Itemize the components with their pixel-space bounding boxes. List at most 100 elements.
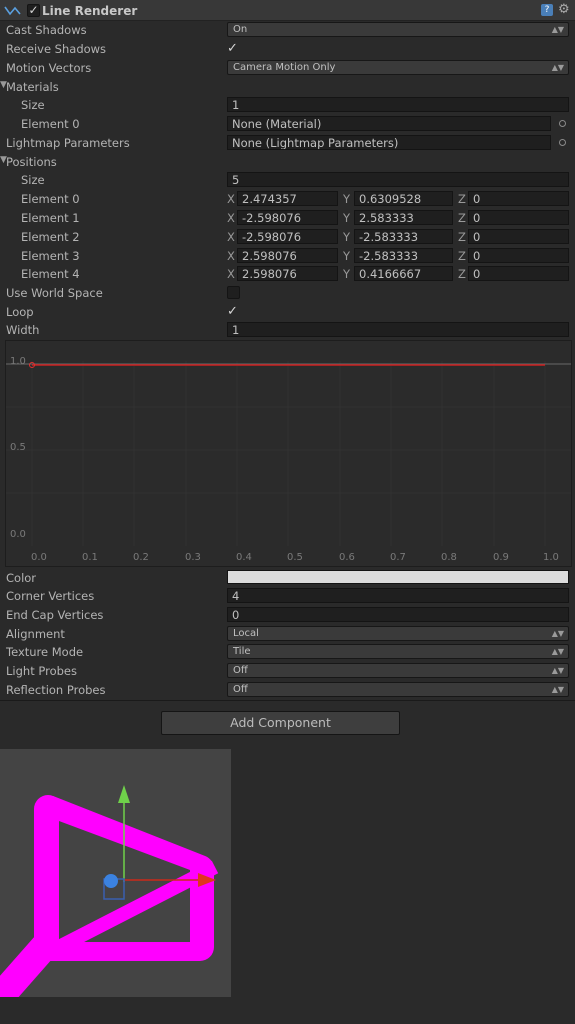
color-swatch[interactable] [227, 570, 569, 584]
x-tick-label: 0.3 [185, 552, 201, 563]
position-x-field[interactable]: 2.598076 [237, 248, 338, 263]
component-enabled-toggle[interactable]: ✓ [27, 4, 40, 17]
material-element0-label: Element 0 [21, 117, 80, 131]
check-icon: ✓ [28, 3, 39, 17]
reflection-probes-value: Off [233, 684, 248, 695]
motion-vectors-value: Camera Motion Only [233, 62, 336, 73]
position-y-field[interactable]: 0.4166667 [354, 266, 453, 281]
z-axis-label: Z [458, 211, 466, 225]
x-tick-label: 0.2 [133, 552, 149, 563]
curve-grid [6, 361, 571, 546]
y-axis-label: Y [343, 249, 351, 263]
y-arrow-icon[interactable] [118, 785, 130, 803]
gear-icon[interactable]: ⚙ [558, 2, 570, 17]
help-icon[interactable]: ? [541, 4, 553, 16]
position-element-label: Element 4 [21, 267, 80, 281]
object-picker-icon[interactable] [559, 139, 566, 146]
position-element-label: Element 1 [21, 211, 80, 225]
position-element-label: Element 0 [21, 192, 80, 206]
alignment-dropdown[interactable]: Local ▲▼ [227, 626, 569, 641]
motion-vectors-label: Motion Vectors [6, 61, 92, 75]
y-axis-label: Y [343, 230, 351, 244]
x-tick-label: 0.8 [441, 552, 457, 563]
dropdown-arrow-icon: ▲▼ [551, 685, 564, 694]
add-component-button[interactable]: Add Component [161, 711, 400, 735]
position-x-field[interactable]: 2.598076 [237, 266, 338, 281]
scene-preview[interactable] [0, 749, 231, 1007]
position-x-field[interactable]: -2.598076 [237, 229, 338, 244]
end-cap-vertices-label: End Cap Vertices [6, 608, 104, 622]
light-probes-value: Off [233, 665, 248, 676]
position-z-field[interactable]: 0 [468, 266, 569, 281]
position-element-label: Element 3 [21, 249, 80, 263]
position-y-field[interactable]: 2.583333 [354, 210, 453, 225]
position-x-field[interactable]: 2.474357 [237, 191, 338, 206]
use-world-space-label: Use World Space [6, 286, 103, 300]
materials-size-label: Size [21, 98, 45, 112]
z-axis-label: Z [458, 192, 466, 206]
positions-size-field[interactable]: 5 [227, 172, 569, 187]
position-z-field[interactable]: 0 [468, 248, 569, 263]
component-header: ✓ Line Renderer ? ⚙ [0, 0, 575, 21]
x-axis-label: X [227, 249, 235, 263]
object-picker-icon[interactable] [559, 120, 566, 127]
material-element0-field[interactable]: None (Material) [227, 116, 551, 131]
materials-label: Materials [6, 80, 59, 94]
receive-shadows-label: Receive Shadows [6, 42, 107, 56]
cast-shadows-value: On [233, 24, 248, 35]
width-curve-editor[interactable]: 1.0 0.5 0.0 0.0 0.1 0.2 0.3 0.4 0.5 0.6 … [5, 340, 572, 567]
receive-shadows-checkbox[interactable]: ✓ [227, 41, 238, 56]
width-label: Width [6, 323, 40, 337]
x-tick-label: 0.0 [31, 552, 47, 563]
x-tick-label: 0.9 [493, 552, 509, 563]
position-y-field[interactable]: -2.583333 [354, 229, 453, 244]
dropdown-arrow-icon: ▲▼ [551, 63, 564, 72]
use-world-space-checkbox[interactable] [227, 286, 240, 299]
x-tick-label: 0.4 [236, 552, 252, 563]
loop-checkbox[interactable]: ✓ [227, 304, 238, 319]
y-tick-label: 0.5 [10, 442, 26, 453]
z-axis-label: Z [458, 267, 466, 281]
loop-label: Loop [6, 305, 34, 319]
color-label: Color [6, 571, 37, 585]
cast-shadows-dropdown[interactable]: On ▲▼ [227, 22, 569, 37]
x-axis-label: X [227, 192, 235, 206]
dropdown-arrow-icon: ▲▼ [551, 647, 564, 656]
light-probes-dropdown[interactable]: Off ▲▼ [227, 663, 569, 678]
position-x-field[interactable]: -2.598076 [237, 210, 338, 225]
dropdown-arrow-icon: ▲▼ [551, 629, 564, 638]
cast-shadows-label: Cast Shadows [6, 23, 87, 37]
light-probes-label: Light Probes [6, 664, 77, 678]
position-z-field[interactable]: 0 [468, 210, 569, 225]
y-axis-label: Y [343, 192, 351, 206]
position-z-field[interactable]: 0 [468, 191, 569, 206]
y-axis-label: Y [343, 211, 351, 225]
alignment-label: Alignment [6, 627, 65, 641]
width-field[interactable]: 1 [227, 322, 569, 337]
reflection-probes-label: Reflection Probes [6, 683, 106, 697]
lightmap-parameters-label: Lightmap Parameters [6, 136, 130, 150]
texture-mode-value: Tile [233, 646, 251, 657]
component-title: Line Renderer [42, 4, 138, 18]
corner-vertices-field[interactable]: 4 [227, 588, 569, 603]
z-axis-label: Z [458, 230, 466, 244]
dropdown-arrow-icon: ▲▼ [551, 25, 564, 34]
materials-size-field[interactable]: 1 [227, 97, 569, 112]
dropdown-arrow-icon: ▲▼ [551, 666, 564, 675]
texture-mode-label: Texture Mode [6, 645, 84, 659]
x-tick-label: 0.1 [82, 552, 98, 563]
reflection-probes-dropdown[interactable]: Off ▲▼ [227, 682, 569, 697]
position-y-field[interactable]: -2.583333 [354, 248, 453, 263]
motion-vectors-dropdown[interactable]: Camera Motion Only ▲▼ [227, 60, 569, 75]
end-cap-vertices-field[interactable]: 0 [227, 607, 569, 622]
corner-vertices-label: Corner Vertices [6, 589, 95, 603]
position-z-field[interactable]: 0 [468, 229, 569, 244]
line-renderer-preview [0, 785, 219, 1007]
z-axis-gizmo[interactable] [104, 874, 118, 888]
z-axis-label: Z [458, 249, 466, 263]
lightmap-parameters-field[interactable]: None (Lightmap Parameters) [227, 135, 551, 150]
texture-mode-dropdown[interactable]: Tile ▲▼ [227, 644, 569, 659]
x-axis-label: X [227, 211, 235, 225]
position-y-field[interactable]: 0.6309528 [354, 191, 453, 206]
x-tick-label: 0.6 [339, 552, 355, 563]
